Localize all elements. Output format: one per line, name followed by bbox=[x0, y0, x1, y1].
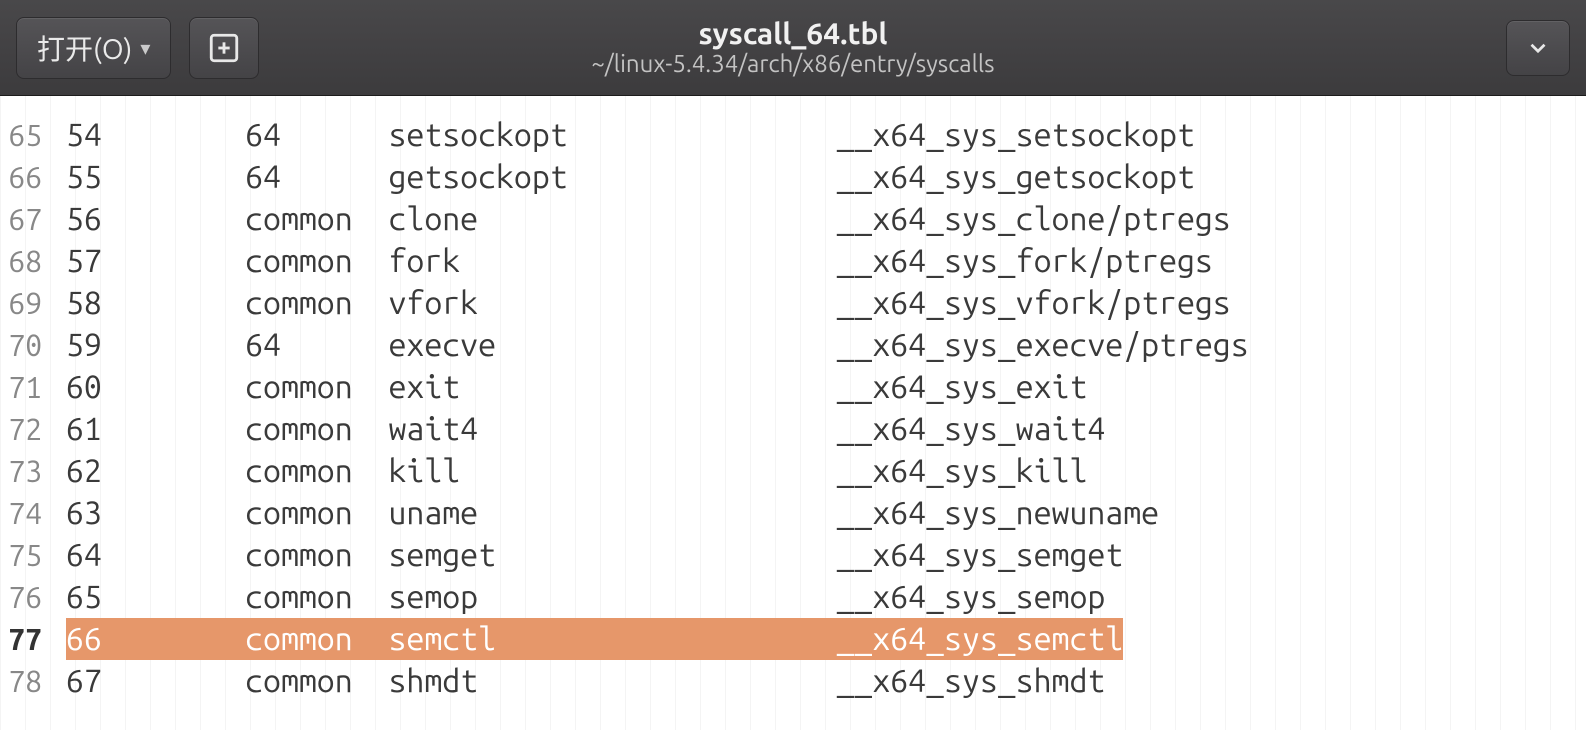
caret-down-icon: ▾ bbox=[140, 36, 150, 60]
line-content: 57 common fork __x64_sys_fork/ptregs bbox=[48, 240, 1213, 282]
editor-line[interactable]: 68 57 common fork __x64_sys_fork/ptregs bbox=[0, 240, 1586, 282]
editor-line[interactable]: 71 60 common exit __x64_sys_exit bbox=[0, 366, 1586, 408]
editor-line[interactable]: 69 58 common vfork __x64_sys_vfork/ptreg… bbox=[0, 282, 1586, 324]
chevron-down-icon bbox=[1525, 35, 1551, 61]
line-number: 69 bbox=[0, 282, 48, 324]
line-number: 70 bbox=[0, 324, 48, 366]
line-content: 55 64 getsockopt __x64_sys_getsockopt bbox=[48, 156, 1195, 198]
toolbar-left: 打开(O) ▾ bbox=[16, 17, 259, 79]
line-number: 66 bbox=[0, 156, 48, 198]
editor-line[interactable]: 67 56 common clone __x64_sys_clone/ptreg… bbox=[0, 198, 1586, 240]
line-content: 63 common uname __x64_sys_newuname bbox=[48, 492, 1159, 534]
editor-line[interactable]: 70 59 64 execve __x64_sys_execve/ptregs bbox=[0, 324, 1586, 366]
line-content: 65 common semop __x64_sys_semop bbox=[48, 576, 1105, 618]
line-content: 64 common semget __x64_sys_semget bbox=[48, 534, 1123, 576]
line-content: 66 common semctl __x64_sys_semctl bbox=[48, 618, 1123, 660]
editor-line[interactable]: 73 62 common kill __x64_sys_kill bbox=[0, 450, 1586, 492]
editor-line[interactable]: 66 55 64 getsockopt __x64_sys_getsockopt bbox=[0, 156, 1586, 198]
line-number: 67 bbox=[0, 198, 48, 240]
editor-line[interactable]: 76 65 common semop __x64_sys_semop bbox=[0, 576, 1586, 618]
editor-line[interactable]: 78 67 common shmdt __x64_sys_shmdt bbox=[0, 660, 1586, 702]
line-number: 71 bbox=[0, 366, 48, 408]
line-number: 65 bbox=[0, 114, 48, 156]
line-content: 54 64 setsockopt __x64_sys_setsockopt bbox=[48, 114, 1195, 156]
line-number: 72 bbox=[0, 408, 48, 450]
text-editor[interactable]: 65 54 64 setsockopt __x64_sys_setsockopt… bbox=[0, 96, 1586, 730]
line-number: 78 bbox=[0, 660, 48, 702]
line-content: 62 common kill __x64_sys_kill bbox=[48, 450, 1087, 492]
open-button-label: 打开(O) bbox=[37, 28, 132, 68]
toolbar-right bbox=[1506, 20, 1570, 76]
line-number: 74 bbox=[0, 492, 48, 534]
new-document-button[interactable] bbox=[189, 17, 259, 79]
editor-line[interactable]: 65 54 64 setsockopt __x64_sys_setsockopt bbox=[0, 114, 1586, 156]
line-content: 59 64 execve __x64_sys_execve/ptregs bbox=[48, 324, 1249, 366]
editor-line[interactable]: 77 66 common semctl __x64_sys_semctl bbox=[0, 618, 1586, 660]
menu-button[interactable] bbox=[1506, 20, 1570, 76]
titlebar: 打开(O) ▾ syscall_64.tbl ~/linux-5.4.34/ar… bbox=[0, 0, 1586, 96]
line-number: 68 bbox=[0, 240, 48, 282]
line-number: 75 bbox=[0, 534, 48, 576]
line-content: 56 common clone __x64_sys_clone/ptregs bbox=[48, 198, 1231, 240]
line-number: 73 bbox=[0, 450, 48, 492]
new-document-icon bbox=[207, 31, 241, 65]
open-button[interactable]: 打开(O) ▾ bbox=[16, 17, 171, 79]
line-content: 58 common vfork __x64_sys_vfork/ptregs bbox=[48, 282, 1231, 324]
line-number: 77 bbox=[0, 618, 48, 660]
line-content: 67 common shmdt __x64_sys_shmdt bbox=[48, 660, 1105, 702]
line-number: 76 bbox=[0, 576, 48, 618]
line-content: 60 common exit __x64_sys_exit bbox=[48, 366, 1087, 408]
editor-line[interactable]: 72 61 common wait4 __x64_sys_wait4 bbox=[0, 408, 1586, 450]
editor-line[interactable]: 74 63 common uname __x64_sys_newuname bbox=[0, 492, 1586, 534]
editor-line[interactable]: 75 64 common semget __x64_sys_semget bbox=[0, 534, 1586, 576]
line-content: 61 common wait4 __x64_sys_wait4 bbox=[48, 408, 1105, 450]
